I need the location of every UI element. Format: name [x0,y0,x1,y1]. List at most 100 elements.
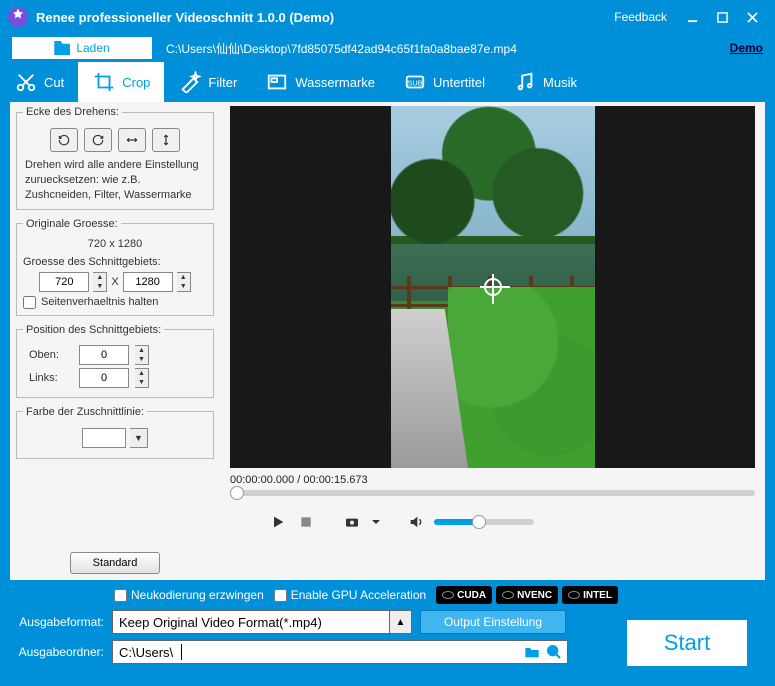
output-settings-button[interactable]: Output Einstellung [420,610,566,634]
output-format-combo[interactable]: Keep Original Video Format(*.mp4) ▲ [112,610,412,634]
tab-filter[interactable]: Filter [164,62,251,102]
position-legend: Position des Schnittgebiets: [23,324,164,336]
seek-thumb[interactable] [230,486,244,500]
original-size-legend: Originale Groesse: [23,218,121,230]
app-logo-icon [8,7,28,27]
tab-crop-label: Crop [122,75,150,90]
nvenc-badge: NVENC [496,586,558,604]
snapshot-dropdown[interactable] [370,512,382,532]
seek-slider[interactable] [230,490,755,496]
gpu-badges: CUDA NVENC INTEL [436,586,618,604]
output-format-value: Keep Original Video Format(*.mp4) [119,615,322,630]
stop-button[interactable] [296,512,316,532]
output-format-label: Ausgabeformat: [14,615,104,629]
demo-link[interactable]: Demo [730,41,763,55]
tab-subtitle[interactable]: SUB Untertitel [389,62,499,102]
cuda-badge: CUDA [436,586,492,604]
mute-button[interactable] [406,512,426,532]
crop-width-input[interactable] [39,272,89,292]
tab-bar: Cut Crop Filter Wassermarke SUB Untertite… [0,62,775,102]
flip-horizontal-button[interactable] [118,128,146,152]
color-group: Farbe der Zuschnittlinie: ▼ [16,406,214,459]
output-folder-label: Ausgabeordner: [14,645,104,659]
force-reencode-label: Neukodierung erzwingen [131,588,264,602]
video-preview[interactable] [230,106,755,468]
feedback-link[interactable]: Feedback [614,10,667,24]
watermark-icon [265,70,289,94]
rotate-legend: Ecke des Drehens: [23,106,122,118]
scissors-icon [14,70,38,94]
crop-height-stepper[interactable]: ▲▼ [177,272,191,292]
pos-left-stepper[interactable]: ▲▼ [135,368,149,388]
preview-panel: 00:00:00.000 / 00:00:15.673 [220,102,765,580]
tab-music-label: Musik [543,75,577,90]
search-folder-icon[interactable] [545,643,563,661]
crop-color-dropdown[interactable]: ▼ [130,428,148,448]
size-x-label: X [111,276,118,288]
work-area: Ecke des Drehens: Drehen wird alle ander… [10,102,765,580]
pos-top-label: Oben: [23,349,73,361]
chevron-up-icon[interactable]: ▲ [389,611,411,633]
svg-text:SUB: SUB [407,79,422,88]
folder-icon [54,41,70,55]
time-display: 00:00:00.000 / 00:00:15.673 [230,474,755,486]
volume-slider[interactable] [434,519,534,525]
pos-left-input[interactable] [79,368,129,388]
wand-icon [178,70,202,94]
load-row: Laden C:\Users\仙仙\Desktop\7fd85075df42ad… [0,34,775,62]
flip-vertical-button[interactable] [152,128,180,152]
tab-subtitle-label: Untertitel [433,75,485,90]
close-button[interactable] [737,2,767,32]
rotate-hint: Drehen wird alle andere Einstellung zuru… [23,158,207,203]
pos-left-label: Links: [23,372,73,384]
pos-top-stepper[interactable]: ▲▼ [135,345,149,365]
keep-ratio-label: Seitenverhaeltnis halten [41,296,158,308]
original-size-value: 720 x 1280 [23,238,207,250]
play-button[interactable] [268,512,288,532]
rotate-ccw-button[interactable] [84,128,112,152]
tab-music[interactable]: Musik [499,62,591,102]
filepath-display: C:\Users\仙仙\Desktop\7fd85075df42ad94c65f… [166,40,716,57]
tab-watermark-label: Wassermarke [295,75,375,90]
left-panel: Ecke des Drehens: Drehen wird alle ander… [10,102,220,580]
load-button[interactable]: Laden [12,37,152,59]
crosshair-icon [484,278,502,296]
intel-badge: INTEL [562,586,618,604]
start-button[interactable]: Start [627,620,747,666]
gpu-accel-label: Enable GPU Acceleration [291,588,426,602]
force-reencode-checkbox[interactable] [114,589,127,602]
gpu-accel-row[interactable]: Enable GPU Acceleration [274,588,426,602]
tab-cut[interactable]: Cut [0,62,78,102]
crop-height-input[interactable] [123,272,173,292]
crop-size-label: Groesse des Schnittgebiets: [23,256,207,268]
pos-top-input[interactable] [79,345,129,365]
crop-color-swatch[interactable] [82,428,126,448]
minimize-button[interactable] [677,2,707,32]
titlebar: Renee professioneller Videoschnitt 1.0.0… [0,0,775,34]
music-icon [513,70,537,94]
tab-cut-label: Cut [44,75,64,90]
force-reencode-row[interactable]: Neukodierung erzwingen [114,588,264,602]
load-button-label: Laden [76,41,109,55]
rotate-cw-button[interactable] [50,128,78,152]
size-group: Originale Groesse: 720 x 1280 Groesse de… [16,218,214,316]
tab-filter-label: Filter [208,75,237,90]
tab-crop[interactable]: Crop [78,62,164,102]
output-folder-value: C:\Users\ [119,645,173,660]
color-legend: Farbe der Zuschnittlinie: [23,406,147,418]
gpu-accel-checkbox[interactable] [274,589,287,602]
app-title: Renee professioneller Videoschnitt 1.0.0… [36,10,614,25]
position-group: Position des Schnittgebiets: Oben: ▲▼ Li… [16,324,214,398]
snapshot-button[interactable] [342,512,362,532]
crop-icon [92,70,116,94]
keep-ratio-checkbox[interactable] [23,296,36,309]
browse-folder-icon[interactable] [523,643,541,661]
subtitle-icon: SUB [403,70,427,94]
standard-button[interactable]: Standard [70,552,160,574]
rotate-group: Ecke des Drehens: Drehen wird alle ander… [16,106,214,210]
tab-watermark[interactable]: Wassermarke [251,62,389,102]
volume-thumb[interactable] [472,515,486,529]
maximize-button[interactable] [707,2,737,32]
output-folder-input[interactable]: C:\Users\ [112,640,568,664]
crop-width-stepper[interactable]: ▲▼ [93,272,107,292]
